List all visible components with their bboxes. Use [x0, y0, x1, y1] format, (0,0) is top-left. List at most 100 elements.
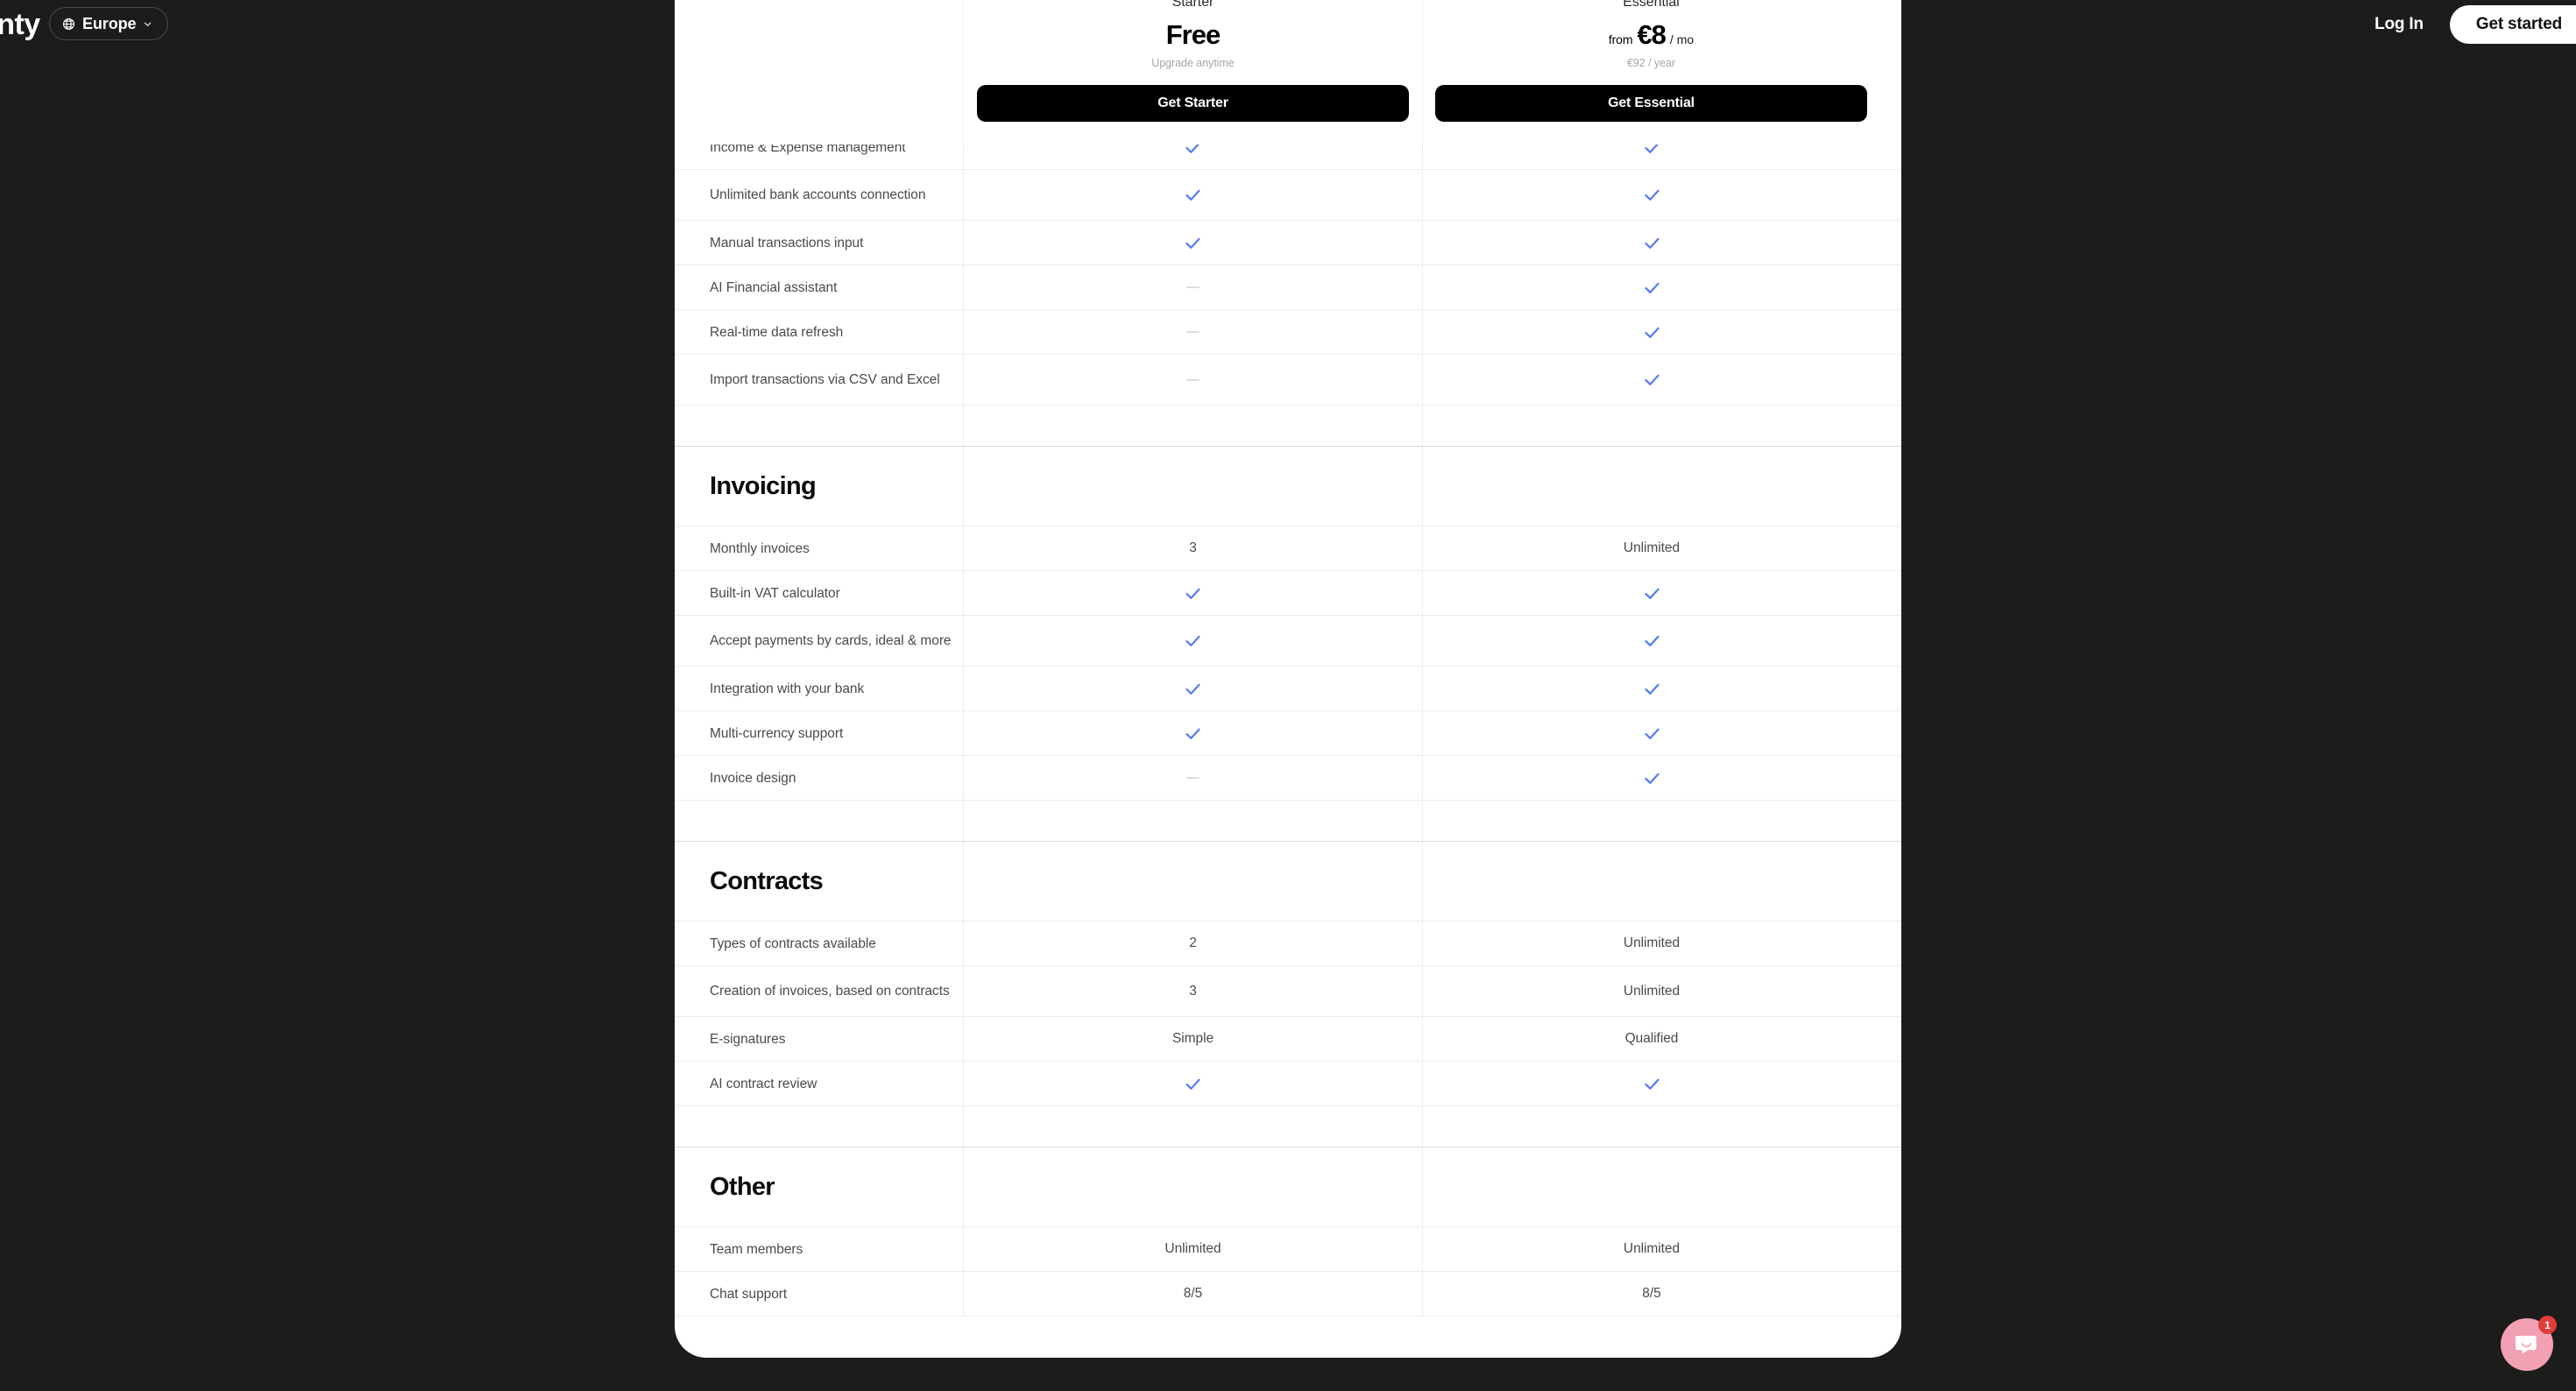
log-in-link[interactable]: Log In [2359, 6, 2439, 43]
not-included-dash-icon [1186, 286, 1200, 288]
check-icon [1185, 683, 1200, 695]
cell-essential: Qualified [1422, 1017, 1880, 1061]
table-row: Built-in VAT calculator [675, 571, 1901, 616]
check-icon [1644, 773, 1660, 784]
cell-starter [964, 170, 1422, 220]
feature-name-cell: Creation of invoices, based on contracts [675, 966, 964, 1016]
cell-value: Unlimited [1623, 936, 1681, 950]
section-spacer [675, 1106, 1901, 1147]
plan-cta-button[interactable]: Get Essential [1435, 85, 1867, 122]
cell-starter [964, 310, 1422, 354]
table-row: Multi-currency support [675, 711, 1901, 756]
cell-starter: 8/5 [964, 1272, 1422, 1316]
feature-name-cell: Types of contracts available [675, 921, 964, 965]
plan-subtext: Upgrade anytime [1151, 57, 1235, 69]
cell-essential [1422, 571, 1880, 615]
table-row: Import transactions via CSV and Excel [675, 355, 1901, 406]
cell-value: 8/5 [1642, 1286, 1661, 1301]
section-header-starter-cell [964, 1147, 1422, 1226]
section-header-starter-cell [964, 842, 1422, 921]
table-row: Monthly invoices 3 Unlimited [675, 526, 1901, 571]
table-row: Manual transactions input [675, 221, 1901, 265]
not-included-dash-icon [1186, 378, 1200, 381]
cell-essential [1422, 756, 1880, 800]
region-label: Europe [82, 14, 137, 32]
check-icon [1185, 237, 1200, 249]
table-row: Unlimited bank accounts connection [675, 170, 1901, 221]
section-header-essential-cell [1422, 447, 1880, 526]
feature-label: Import transactions via CSV and Excel [710, 372, 940, 387]
get-started-button[interactable]: Get started [2449, 5, 2576, 44]
section-title-cell: Invoicing [675, 447, 964, 526]
plan-cta-button[interactable]: Get Starter [977, 85, 1409, 122]
check-icon [1185, 189, 1200, 201]
cell-essential [1422, 711, 1880, 755]
chat-bubble-icon [2515, 1335, 2537, 1354]
section-title-cell: Contracts [675, 842, 964, 921]
cell-starter [964, 756, 1422, 800]
section-title: Contracts [710, 866, 824, 895]
feature-label: Team members [710, 1241, 803, 1257]
cell-starter [964, 711, 1422, 755]
cell-value: Unlimited [1623, 540, 1681, 555]
feature-label: Built-in VAT calculator [710, 585, 840, 601]
plan-subtext: €92 / year [1626, 57, 1676, 69]
chat-widget-button[interactable]: 1 [2501, 1316, 2557, 1371]
feature-name-cell: Built-in VAT calculator [675, 571, 964, 615]
section-header-essential-cell [1422, 842, 1880, 921]
check-icon [1644, 189, 1660, 201]
feature-label: Creation of invoices, based on contracts [710, 984, 950, 999]
feature-label: E-signatures [710, 1031, 786, 1047]
section-header-row: Invoicing [675, 446, 1901, 526]
check-icon [1644, 1078, 1660, 1090]
cell-essential: Unlimited [1422, 526, 1880, 570]
cell-starter [964, 571, 1422, 615]
check-icon [1185, 588, 1200, 599]
cell-value: 2 [1189, 936, 1197, 950]
brand-logo[interactable]: enty [0, 7, 40, 42]
feature-name-cell: Real-time data refresh [675, 310, 964, 354]
table-row: Integration with your bank [675, 667, 1901, 711]
pricing-comparison-card: FinancesFinancial dashboardIncome & Expe… [675, 0, 1901, 1358]
check-icon [1644, 728, 1660, 739]
section-header-row: Other [675, 1147, 1901, 1227]
cell-value: Qualified [1624, 1031, 1679, 1046]
nav-actions: Log In Get started [2359, 0, 2576, 49]
cell-starter [964, 1062, 1422, 1105]
cell-essential: Unlimited [1422, 966, 1880, 1016]
cell-value: Simple [1171, 1031, 1214, 1046]
feature-name-cell: Invoice design [675, 756, 964, 800]
table-row: Chat support 8/5 8/5 [675, 1272, 1901, 1317]
section-header-starter-cell [964, 447, 1422, 526]
cell-essential [1422, 265, 1880, 309]
table-row: Real-time data refresh [675, 310, 1901, 355]
feature-label: Manual transactions input [710, 235, 864, 251]
cell-value: 3 [1189, 983, 1197, 999]
cell-starter: Unlimited [964, 1227, 1422, 1271]
cell-essential: Unlimited [1422, 1227, 1880, 1271]
cell-value: Unlimited [1623, 983, 1681, 999]
cell-essential [1422, 667, 1880, 710]
feature-name-cell: Manual transactions input [675, 221, 964, 265]
section-spacer [675, 406, 1901, 446]
check-icon [1644, 237, 1660, 249]
feature-name-cell: Accept payments by cards, ideal & more [675, 616, 964, 666]
table-row: Accept payments by cards, ideal & more [675, 616, 1901, 667]
region-selector[interactable]: Europe [49, 7, 169, 40]
feature-label: Monthly invoices [710, 540, 810, 556]
check-icon [1644, 635, 1660, 646]
cell-essential [1422, 1062, 1880, 1105]
cell-essential [1422, 616, 1880, 666]
section-header-row: Contracts [675, 841, 1901, 921]
feature-label: Chat support [710, 1286, 788, 1302]
chevron-down-icon [145, 22, 152, 26]
section-title: Other [710, 1172, 775, 1201]
check-icon [1644, 327, 1660, 338]
not-included-dash-icon [1186, 777, 1200, 779]
cell-value: Unlimited [1623, 1241, 1681, 1256]
feature-label: Multi-currency support [710, 725, 844, 741]
feature-label: Integration with your bank [710, 681, 865, 696]
feature-name-cell: Import transactions via CSV and Excel [675, 355, 964, 405]
cell-starter: Simple [964, 1017, 1422, 1061]
feature-label: AI Financial assistant [710, 279, 838, 295]
